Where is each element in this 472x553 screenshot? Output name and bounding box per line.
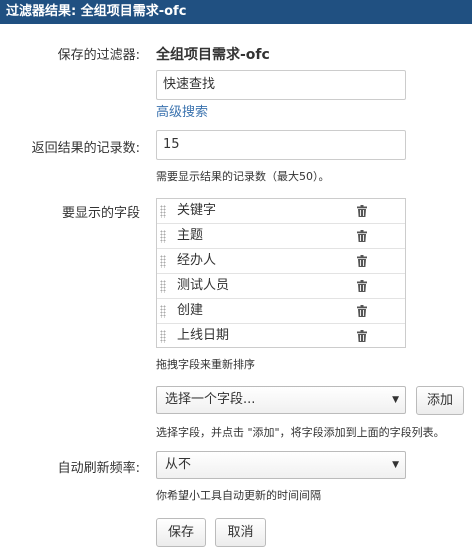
refresh-label: 自动刷新频率: <box>57 461 140 476</box>
drag-handle-icon[interactable] <box>160 255 166 268</box>
field-item-label: 测试人员 <box>177 278 230 293</box>
field-item[interactable]: 上线日期 <box>157 324 405 349</box>
saved-filter-name: 全组项目需求-ofc <box>156 47 270 63</box>
save-button[interactable]: 保存 <box>156 518 206 547</box>
caret-down-icon: ▼ <box>392 460 399 470</box>
drag-handle-icon[interactable] <box>160 230 166 243</box>
caret-down-icon: ▼ <box>392 395 399 405</box>
saved-filter-label: 保存的过滤器: <box>57 48 140 63</box>
field-item-label: 主题 <box>177 228 204 243</box>
cancel-button[interactable]: 取消 <box>215 518 266 547</box>
field-item-label: 经办人 <box>177 253 217 268</box>
trash-icon[interactable] <box>357 205 367 217</box>
trash-icon[interactable] <box>357 255 367 267</box>
drag-handle-icon[interactable] <box>160 205 166 218</box>
add-field-hint: 选择字段，并点击 "添加"，将字段添加到上面的字段列表。 <box>156 426 445 439</box>
field-select[interactable]: 选择一个字段... ▼ <box>156 386 406 414</box>
record-count-label: 返回结果的记录数: <box>31 141 140 156</box>
field-item[interactable]: 测试人员 <box>157 274 405 299</box>
field-item[interactable]: 主题 <box>157 224 405 249</box>
field-item-label: 关键字 <box>177 203 217 218</box>
trash-icon[interactable] <box>357 280 367 292</box>
trash-icon[interactable] <box>357 230 367 242</box>
quick-search-input[interactable]: 快速查找 <box>156 70 406 100</box>
drag-handle-icon[interactable] <box>160 330 166 343</box>
field-list: 关键字 主题 经办人 测试人员 创建 上线日期 <box>156 198 406 348</box>
field-item-label: 创建 <box>177 303 204 318</box>
trash-icon[interactable] <box>357 305 367 317</box>
trash-icon[interactable] <box>357 330 367 342</box>
drag-handle-icon[interactable] <box>160 280 166 293</box>
record-count-input[interactable]: 15 <box>156 130 406 160</box>
advanced-search-link[interactable]: 高级搜索 <box>156 101 208 120</box>
refresh-hint: 你希望小工具自动更新的时间间隔 <box>156 489 321 502</box>
field-item[interactable]: 经办人 <box>157 249 405 274</box>
field-item-label: 上线日期 <box>177 328 230 343</box>
field-item[interactable]: 关键字 <box>157 199 405 224</box>
record-count-hint: 需要显示结果的记录数（最大50）。 <box>156 170 330 183</box>
gadget-title: 过滤器结果: 全组项目需求-ofc <box>6 4 187 19</box>
refresh-select[interactable]: 从不 ▼ <box>156 451 406 479</box>
fields-hint: 拖拽字段来重新排序 <box>156 358 255 371</box>
add-field-button[interactable]: 添加 <box>416 386 464 415</box>
gadget-title-bar: 过滤器结果: 全组项目需求-ofc <box>0 0 472 24</box>
refresh-select-value: 从不 <box>165 457 192 472</box>
drag-handle-icon[interactable] <box>160 305 166 318</box>
fields-label: 要显示的字段 <box>61 206 140 221</box>
field-select-value: 选择一个字段... <box>165 392 256 407</box>
field-item[interactable]: 创建 <box>157 299 405 324</box>
